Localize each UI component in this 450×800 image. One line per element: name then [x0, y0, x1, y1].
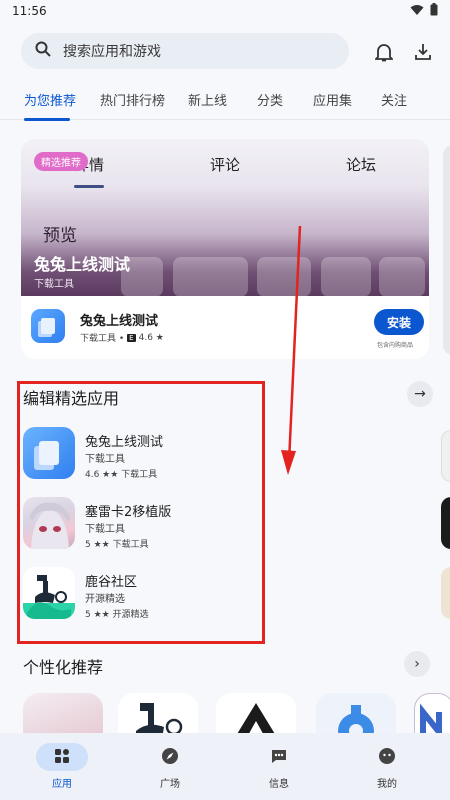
banner-preview-label: 预览 [43, 226, 77, 246]
editors-pick-more-button[interactable]: → [407, 381, 433, 407]
chevron-right-icon: › [414, 656, 420, 672]
bottom-navigation: 应用 广场 信息 我的 [0, 733, 450, 800]
chat-icon [270, 747, 288, 768]
nav-apps[interactable]: 应用 [22, 743, 102, 790]
tab-new[interactable]: 新上线 [188, 90, 227, 109]
download-icon[interactable] [413, 42, 433, 62]
nav-profile[interactable]: 我的 [347, 743, 427, 790]
next-column-app-icon[interactable] [441, 430, 450, 482]
in-app-purchase-note: 包含内购商品 [377, 342, 414, 349]
compass-icon [161, 747, 179, 768]
nav-plaza[interactable]: 广场 [130, 743, 210, 790]
featured-card[interactable]: 详情 评论 论坛 精选推荐 预览 兔兔上线测试 下载工具 兔兔上线测试 下载工具… [21, 139, 429, 359]
tab-collections[interactable]: 应用集 [313, 90, 352, 109]
featured-app-rating: 4.6 ★ [138, 332, 164, 343]
document-app-icon [31, 309, 65, 343]
status-bar: 11:56 [0, 0, 450, 22]
wifi-icon [410, 4, 424, 19]
personalized-title: 个性化推荐 [23, 658, 104, 677]
next-column-app-icon[interactable] [441, 497, 450, 549]
banner-tab-forum: 论坛 [346, 156, 377, 174]
featured-badge: 精选推荐 [34, 152, 88, 171]
nav-label: 广场 [160, 779, 180, 790]
nav-messages[interactable]: 信息 [239, 743, 319, 790]
search-placeholder: 搜索应用和游戏 [63, 44, 161, 60]
profile-icon [378, 747, 396, 768]
banner-tab-indicator [74, 185, 104, 188]
tab-recommended[interactable]: 为您推荐 [24, 90, 76, 109]
featured-banner[interactable]: 详情 评论 论坛 精选推荐 预览 兔兔上线测试 下载工具 [21, 139, 429, 297]
banner-screenshot [321, 257, 371, 297]
tab-top-charts[interactable]: 热门排行榜 [100, 90, 165, 109]
featured-app-name: 兔兔上线测试 [80, 314, 159, 329]
featured-app-meta: 下载工具 • E 4.6 ★ [80, 332, 164, 345]
personalized-more-button[interactable]: › [404, 651, 430, 677]
featured-app-row[interactable]: 兔兔上线测试 下载工具 • E 4.6 ★ 安装 包含内购商品 [21, 296, 429, 359]
tab-indicator [24, 118, 70, 121]
banner-tab-reviews: 评论 [210, 156, 241, 174]
banner-screenshot [257, 257, 311, 297]
top-tabs: 为您推荐 热门排行榜 新上线 分类 应用集 关注 [0, 88, 450, 121]
arrow-right-icon: → [414, 386, 426, 402]
banner-screenshot [173, 257, 248, 297]
install-button[interactable]: 安装 [374, 309, 424, 335]
banner-screenshot [379, 257, 425, 297]
nav-label: 我的 [377, 779, 397, 790]
search-icon [35, 41, 51, 61]
tab-categories[interactable]: 分类 [257, 90, 283, 109]
nav-label: 信息 [269, 779, 289, 790]
bell-icon[interactable] [374, 42, 394, 62]
search-input[interactable]: 搜索应用和游戏 [21, 33, 349, 69]
annotation-highlight-box [17, 381, 265, 644]
battery-icon [430, 3, 438, 19]
next-column-app-icon[interactable] [441, 567, 450, 619]
search-row: 搜索应用和游戏 [21, 33, 436, 69]
nav-label: 应用 [52, 779, 72, 790]
banner-title: 兔兔上线测试 [34, 255, 131, 274]
apps-icon [54, 748, 70, 767]
banner-subtitle: 下载工具 [34, 279, 74, 290]
content-rating-badge: E [127, 333, 136, 342]
status-time: 11:56 [12, 4, 47, 18]
next-card-peek[interactable] [443, 145, 450, 355]
tab-following[interactable]: 关注 [381, 90, 407, 109]
